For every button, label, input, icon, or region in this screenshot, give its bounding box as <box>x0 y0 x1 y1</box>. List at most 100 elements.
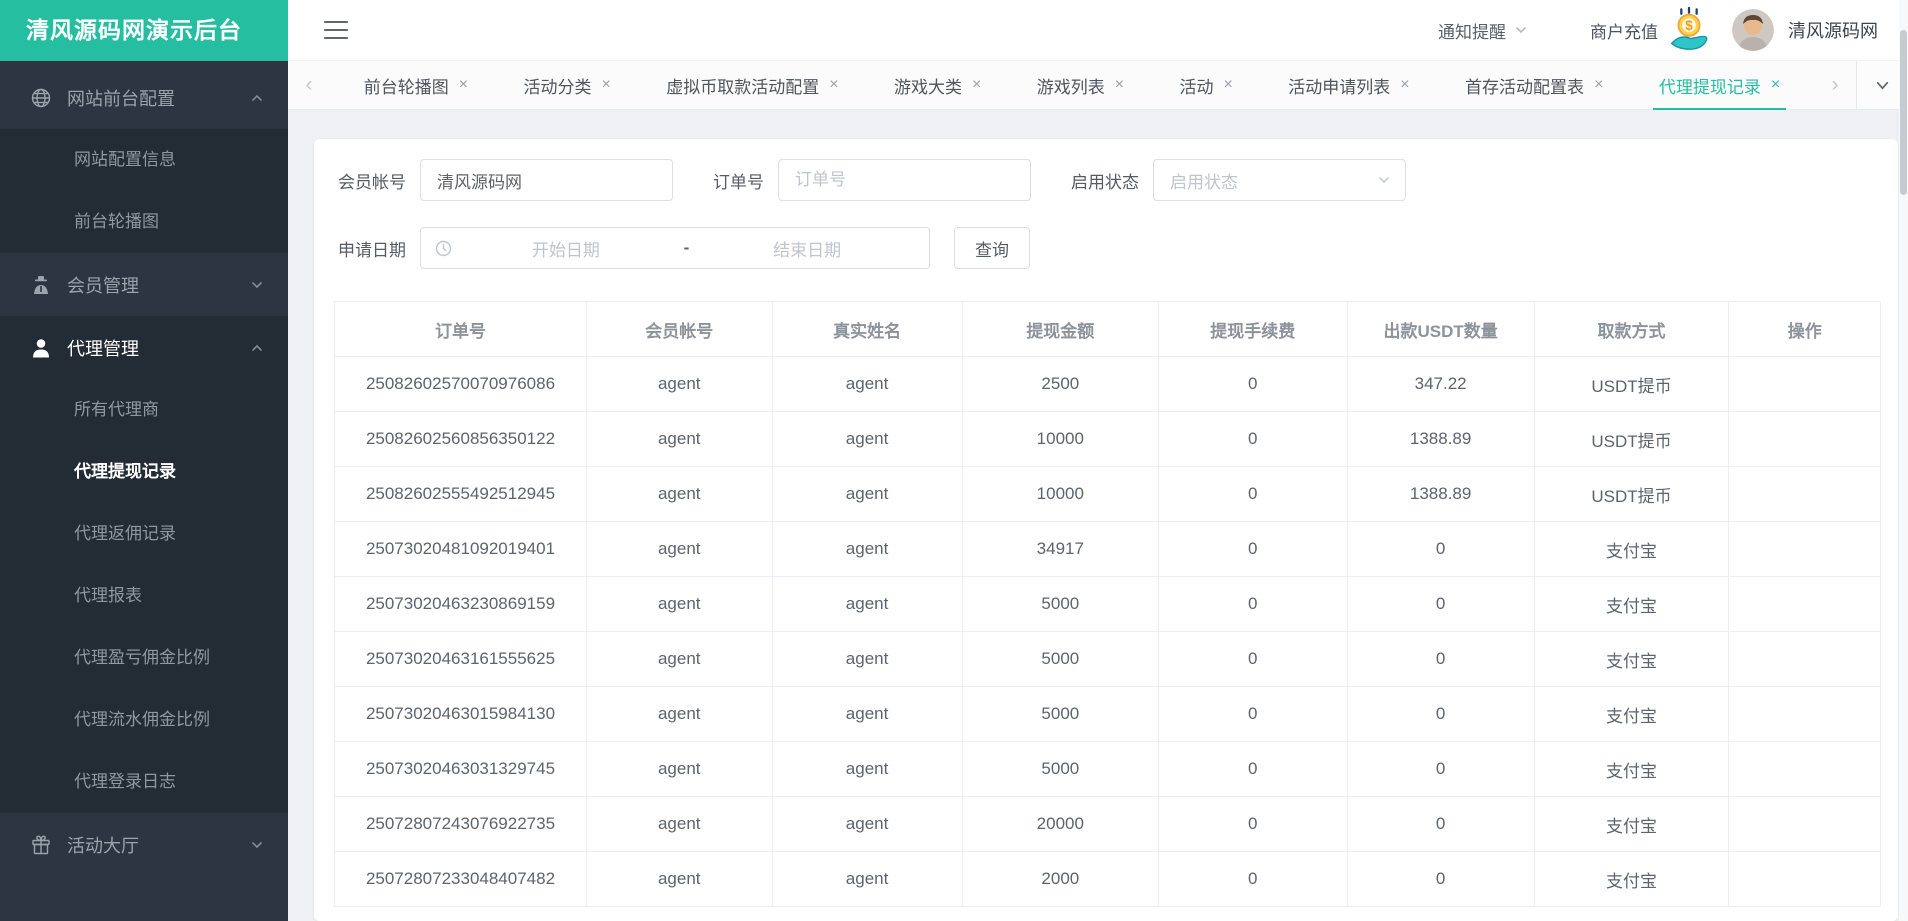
cell-order_no: 25082602570070976086 <box>334 356 587 412</box>
member-account-input[interactable] <box>420 159 673 201</box>
cell-order_no: 25073020463015984130 <box>334 686 587 742</box>
content-card: 会员帐号 订单号 启用状态 启用状态 申请日期 <box>314 139 1898 921</box>
username-label[interactable]: 清风源码网 <box>1788 17 1878 43</box>
sidebar-item[interactable]: 前台轮播图 <box>0 191 288 253</box>
tab-close-icon[interactable]: × <box>1400 76 1409 94</box>
start-date-placeholder: 开始日期 <box>531 240 600 260</box>
order-no-label: 订单号 <box>713 172 764 192</box>
sidebar-item[interactable]: 网站配置信息 <box>0 129 288 191</box>
cell-account: agent <box>585 631 773 687</box>
tab-close-icon[interactable]: × <box>829 76 838 94</box>
tab-item-0[interactable]: 前台轮播图 × <box>356 61 476 109</box>
sidebar-section-label: 网站前台配置 <box>67 88 175 109</box>
tabs-scroll-left-icon[interactable]: ‹ <box>288 61 330 109</box>
cell-amount: 2000 <box>961 851 1159 907</box>
sidebar: 清风源码网演示后台 网站前台配置 网站配置信息 前台轮播图 会员管理 代理管理 所有代理商… <box>0 0 288 921</box>
tab-item-4[interactable]: 游戏列表 × <box>1029 61 1132 109</box>
main-area: 通知提醒 商户充值 $ 清风源码网 ‹ 前台轮播图 × 活动分类 × 虚拟币取款… <box>288 0 1908 921</box>
cell-account: agent <box>585 576 773 632</box>
tab-label: 活动分类 <box>523 77 592 97</box>
tab-item-2[interactable]: 虚拟币取款活动配置 × <box>658 61 846 109</box>
sidebar-section-2: 代理管理 所有代理商 代理提现记录 代理返佣记录 代理报表 代理盈亏佣金比例 代理流水佣金比… <box>0 316 288 813</box>
tab-close-icon[interactable]: × <box>1224 76 1233 94</box>
cell-amount: 10000 <box>961 411 1159 467</box>
tab-item-8[interactable]: 代理提现记录 × <box>1651 61 1788 110</box>
table-column-header: 提现手续费 <box>1157 301 1348 357</box>
search-button[interactable]: 查询 <box>954 227 1030 269</box>
filter-row-1: 会员帐号 订单号 启用状态 启用状态 <box>334 159 1881 201</box>
sidebar-item[interactable]: 代理登录日志 <box>0 751 288 813</box>
tab-close-icon[interactable]: × <box>1594 76 1603 94</box>
tab-close-icon[interactable]: × <box>1771 76 1780 94</box>
tab-item-6[interactable]: 活动申请列表 × <box>1280 61 1417 109</box>
cell-method: 支付宝 <box>1533 521 1730 577</box>
sidebar-item[interactable]: 代理报表 <box>0 565 288 627</box>
chevron-down-icon <box>250 278 264 292</box>
tab-close-icon[interactable]: × <box>459 76 468 94</box>
sidebar-section-title[interactable]: 网站前台配置 <box>0 66 288 129</box>
cell-order_no: 25073020481092019401 <box>334 521 587 577</box>
cell-method: 支付宝 <box>1533 686 1730 742</box>
table-body: 25082602570070976086 agent agent 2500 0 347.2… <box>334 356 1881 907</box>
tab-close-icon[interactable]: × <box>972 76 981 94</box>
cell-account: agent <box>585 521 773 577</box>
tab-item-5[interactable]: 活动 × <box>1172 61 1241 109</box>
cell-real_name: agent <box>771 576 963 632</box>
sidebar-section-title[interactable]: 活动大厅 <box>0 813 288 876</box>
chevron-down-icon <box>1514 23 1528 37</box>
order-no-input[interactable] <box>778 159 1031 201</box>
withdraw-records-table: 订单号 会员帐号 真实姓名 提现金额 提现手续费 出款USDT数量 取款方式 操作 25082… <box>334 301 1881 907</box>
cell-real_name: agent <box>771 796 963 852</box>
cell-account: agent <box>585 466 773 522</box>
enable-status-select[interactable]: 启用状态 <box>1153 159 1406 201</box>
table-row: 25073020463161555625 agent agent 5000 0 0 支付宝 <box>334 631 1881 687</box>
chevron-up-icon <box>250 91 264 105</box>
cell-action <box>1728 466 1881 522</box>
tab-label: 前台轮播图 <box>363 77 449 97</box>
sidebar-item[interactable]: 代理返佣记录 <box>0 503 288 565</box>
content-area: 会员帐号 订单号 启用状态 启用状态 申请日期 <box>288 110 1908 921</box>
globe-icon <box>30 87 52 109</box>
page-scrollbar[interactable] <box>1899 0 1908 921</box>
tab-close-icon[interactable]: × <box>1115 76 1124 94</box>
scrollbar-thumb[interactable] <box>1900 30 1907 195</box>
cell-amount: 34917 <box>961 521 1159 577</box>
date-separator: - <box>683 238 690 257</box>
cell-usdt_amount: 0 <box>1346 741 1535 797</box>
cell-action <box>1728 686 1881 742</box>
sidebar-section-label: 会员管理 <box>67 275 139 296</box>
merchant-recharge-link[interactable]: 商户充值 <box>1590 18 1658 43</box>
table-row: 25082602560856350122 agent agent 10000 0 1388… <box>334 411 1881 467</box>
tab-close-icon[interactable]: × <box>601 76 610 94</box>
tab-item-7[interactable]: 首存活动配置表 × <box>1457 61 1611 109</box>
user-avatar[interactable] <box>1732 9 1774 51</box>
sidebar-toggle-icon[interactable] <box>324 21 348 39</box>
cell-usdt_amount: 347.22 <box>1346 356 1535 412</box>
coin-hand-icon[interactable]: $ <box>1666 6 1712 53</box>
sidebar-item[interactable]: 代理盈亏佣金比例 <box>0 627 288 689</box>
cell-usdt_amount: 1388.89 <box>1346 411 1535 467</box>
cell-order_no: 25072807233048407482 <box>334 851 587 907</box>
cell-account: agent <box>585 411 773 467</box>
sidebar-item[interactable]: 所有代理商 <box>0 379 288 441</box>
cell-amount: 10000 <box>961 466 1159 522</box>
cell-real_name: agent <box>771 686 963 742</box>
tab-label: 游戏列表 <box>1036 77 1105 97</box>
notice-menu[interactable]: 通知提醒 <box>1438 18 1528 43</box>
sidebar-section-title[interactable]: 会员管理 <box>0 253 288 316</box>
enable-status-label: 启用状态 <box>1071 172 1139 192</box>
cell-method: USDT提币 <box>1533 356 1730 412</box>
sidebar-section-3: 活动大厅 <box>0 813 288 876</box>
cell-real_name: agent <box>771 411 963 467</box>
sidebar-submenu: 网站配置信息 前台轮播图 <box>0 129 288 253</box>
apply-date-range-picker[interactable]: 开始日期 - 结束日期 <box>420 227 930 269</box>
sidebar-item[interactable]: 代理提现记录 <box>0 441 288 503</box>
chevron-down-icon <box>1377 173 1391 187</box>
tab-item-3[interactable]: 游戏大类 × <box>886 61 989 109</box>
cell-usdt_amount: 0 <box>1346 576 1535 632</box>
tabs-scroll-right-icon[interactable]: › <box>1814 61 1856 109</box>
sidebar-item[interactable]: 代理流水佣金比例 <box>0 689 288 751</box>
sidebar-section-title[interactable]: 代理管理 <box>0 316 288 379</box>
sidebar-menu: 网站前台配置网站配置信息 前台轮播图会员管理代理管理 所有代理商 代理提现记录 代理返佣… <box>0 61 288 876</box>
tab-item-1[interactable]: 活动分类 × <box>515 61 618 109</box>
